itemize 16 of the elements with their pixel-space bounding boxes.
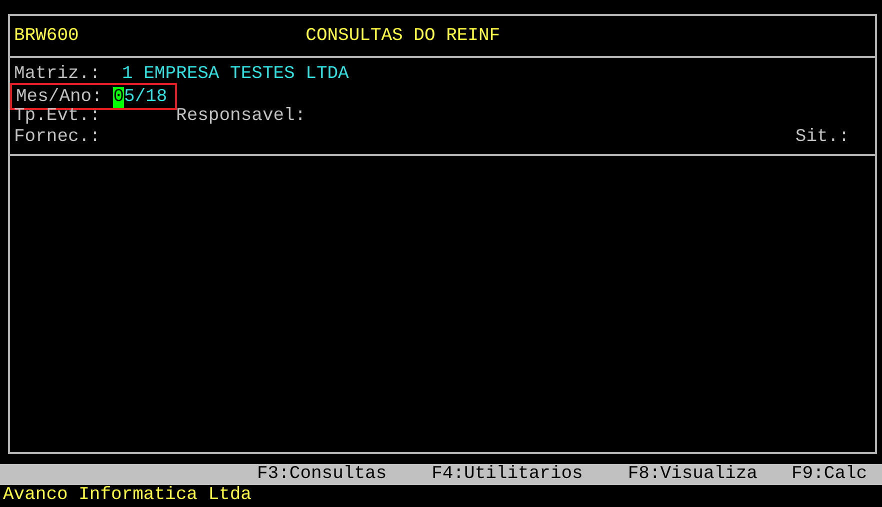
- field-label: Responsavel:: [176, 106, 306, 127]
- text-cursor[interactable]: 0: [113, 87, 124, 108]
- function-key[interactable]: F4:Utilitarios: [432, 464, 583, 485]
- function-key[interactable]: F8:Visualiza: [628, 464, 758, 485]
- date-input[interactable]: 5/18: [124, 87, 168, 108]
- field-label: Tp.Evt.:: [14, 106, 100, 127]
- field-value: 1 EMPRESA TESTES LTDA: [122, 64, 349, 85]
- field-label: Fornec.:: [14, 127, 100, 148]
- status-text: Avanco Informatica Ltda: [2, 485, 252, 505]
- function-key[interactable]: F3:Consultas: [257, 464, 387, 485]
- field-label: Matriz.:: [14, 64, 100, 85]
- program-code: BRW600: [14, 26, 79, 47]
- screen-title: CONSULTAS DO REINF: [306, 26, 500, 47]
- field-label: Sit.:: [795, 127, 850, 148]
- function-key[interactable]: F9:Calc: [791, 464, 868, 485]
- field-label: Mes/Ano:: [16, 87, 102, 108]
